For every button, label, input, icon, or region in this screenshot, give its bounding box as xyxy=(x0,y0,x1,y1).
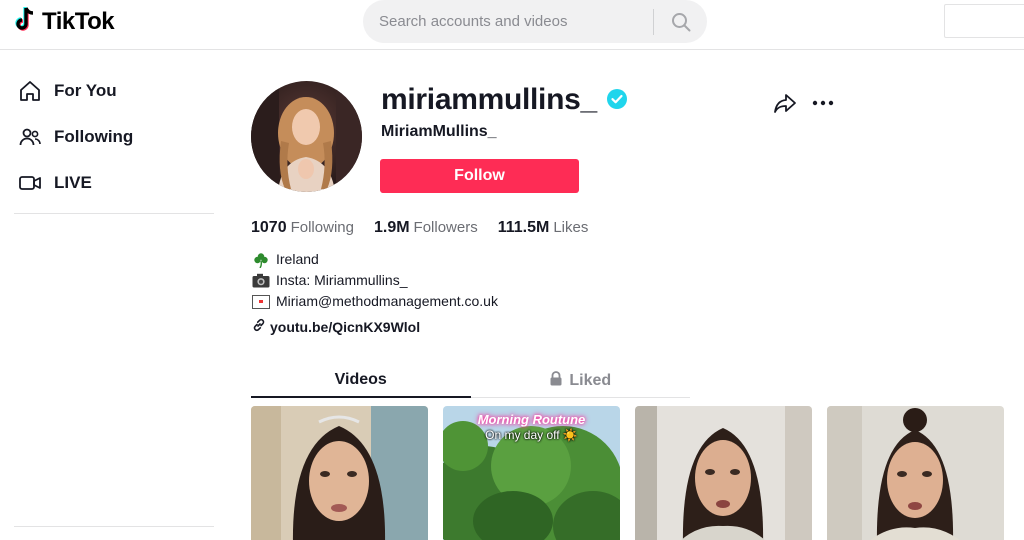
search-icon xyxy=(671,12,690,31)
camera-icon xyxy=(252,273,270,289)
sidebar-item-label: For You xyxy=(54,81,117,100)
stat-following[interactable]: 1070 Following xyxy=(251,219,354,237)
search-input[interactable] xyxy=(363,13,653,30)
lock-icon xyxy=(549,371,563,391)
verified-badge-icon xyxy=(606,83,627,117)
tab-videos[interactable]: Videos xyxy=(251,364,471,398)
bio-text: Ireland xyxy=(276,251,319,267)
video-overlay-subtitle: On my day off ☀️ xyxy=(485,428,578,442)
follow-button[interactable]: Follow xyxy=(380,159,579,193)
video-overlay-title: Morning Routune xyxy=(477,412,586,427)
tab-label: Videos xyxy=(334,371,387,388)
sidebar-item-live[interactable]: LIVE xyxy=(18,171,92,195)
tab-liked[interactable]: Liked xyxy=(471,364,691,398)
header-action-box[interactable] xyxy=(944,4,1024,38)
profile-nickname: MiriamMullins_ xyxy=(381,123,497,140)
bio-text: Insta: Miriammullins_ xyxy=(276,272,408,288)
share-button[interactable] xyxy=(772,90,798,116)
profile-link[interactable]: youtu.be/QicnKX9Wlol xyxy=(252,318,420,335)
stat-value: 1.9M xyxy=(373,219,410,236)
stat-label: Following xyxy=(290,219,354,236)
sidebar: For You Following LIVE xyxy=(0,50,230,540)
sidebar-divider xyxy=(14,213,214,214)
shamrock-icon xyxy=(252,252,270,268)
avatar xyxy=(251,81,362,192)
sidebar-item-label: Following xyxy=(54,127,134,146)
more-options-button[interactable] xyxy=(810,90,836,116)
sidebar-item-label: LIVE xyxy=(54,173,92,192)
users-icon xyxy=(18,125,42,149)
profile-stats: 1070 Following 1.9M Followers 111.5M Likes xyxy=(251,219,588,237)
username-text: miriammullins_ xyxy=(381,83,597,116)
bio-line: Miriam@methodmanagement.co.uk xyxy=(252,291,498,312)
share-icon xyxy=(774,94,796,113)
profile-tabs: Videos Liked xyxy=(251,364,690,398)
bio-line: Ireland xyxy=(252,249,498,270)
profile-bio: Ireland Insta: Miriammullins_ Miriam@met… xyxy=(252,249,498,312)
video-thumbnail-image xyxy=(251,406,428,540)
tab-label: Liked xyxy=(569,372,612,389)
profile-username: miriammullins_ xyxy=(381,83,627,117)
stat-value: 111.5M xyxy=(497,219,550,236)
search-bar xyxy=(363,0,707,43)
tiktok-logo[interactable]: TikTok xyxy=(14,6,115,39)
stat-likes: 111.5M Likes xyxy=(498,219,589,237)
bio-text: Miriam@methodmanagement.co.uk xyxy=(276,293,498,309)
stat-label: Likes xyxy=(553,219,589,236)
home-icon xyxy=(18,79,42,103)
bio-line: Insta: Miriammullins_ xyxy=(252,270,498,291)
stat-followers[interactable]: 1.9M Followers xyxy=(374,219,478,237)
video-thumbnail[interactable] xyxy=(827,406,1004,540)
stat-value: 1070 xyxy=(251,219,287,236)
video-thumbnail-image xyxy=(827,406,1004,540)
top-header: TikTok xyxy=(0,0,1024,50)
more-dots-icon xyxy=(812,100,834,106)
link-text: youtu.be/QicnKX9Wlol xyxy=(270,318,421,335)
live-icon xyxy=(18,171,42,195)
logo-text: TikTok xyxy=(42,8,115,35)
link-icon xyxy=(252,318,266,335)
video-thumbnail[interactable] xyxy=(635,406,812,540)
video-thumbnail[interactable]: Morning Routune On my day off ☀️ xyxy=(443,406,620,540)
video-thumbnail[interactable] xyxy=(251,406,428,540)
envelope-icon xyxy=(252,294,270,310)
video-thumbnail-image xyxy=(635,406,812,540)
stat-label: Followers xyxy=(413,219,478,236)
sidebar-item-for-you[interactable]: For You xyxy=(18,79,117,103)
sidebar-divider xyxy=(14,526,214,527)
sidebar-item-following[interactable]: Following xyxy=(18,125,133,149)
tiktok-note-icon xyxy=(14,6,38,39)
search-button[interactable] xyxy=(654,0,707,43)
